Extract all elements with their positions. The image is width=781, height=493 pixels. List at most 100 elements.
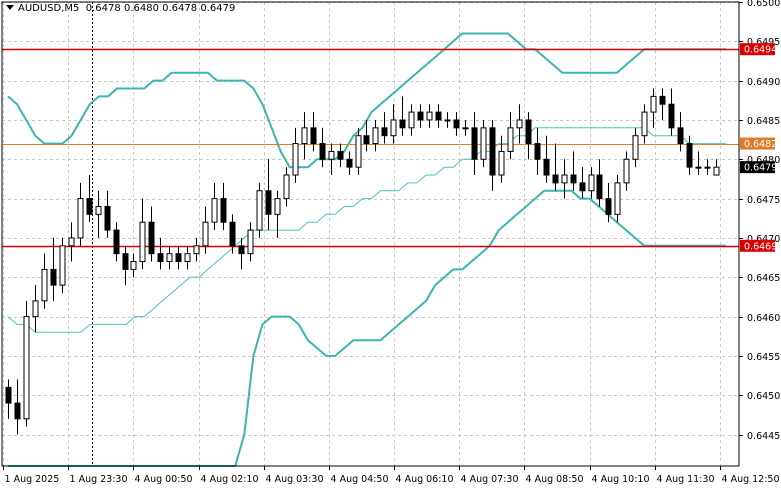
candle-body [713, 166, 720, 176]
candle-body [139, 221, 146, 263]
x-tick-label: 4 Aug 08:50 [526, 474, 584, 485]
candle-body [650, 95, 657, 113]
ohlc-close: 0.6479 [200, 3, 236, 14]
candle-body [274, 198, 281, 215]
x-tick-label: 4 Aug 02:10 [201, 474, 259, 485]
candle-body [641, 111, 648, 137]
x-tick-label: 4 Aug 12:50 [722, 474, 780, 485]
candle-body [32, 300, 39, 318]
candle-body [41, 268, 48, 302]
y-tick-label: 0.6485 [747, 116, 780, 127]
y-tick-label: 0.6450 [747, 391, 780, 402]
symbol-timeframe: AUDUSD,M5 [18, 3, 80, 14]
candle-body [426, 111, 433, 121]
price-tag-0.6482: 0.6482 [740, 137, 777, 150]
x-tick-label: 4 Aug 10:10 [592, 474, 650, 485]
y-tick-label: 0.6490 [747, 77, 780, 88]
candle-body [328, 150, 335, 160]
candle-body [399, 119, 406, 129]
candle-body [283, 174, 290, 200]
y-tick-label: 0.6455 [747, 352, 780, 363]
candle-body [193, 245, 200, 255]
candle-body [489, 127, 496, 176]
price-chart[interactable]: 0.6500 0.6495 0.6490 0.6485 0.6480 0.6475 0.64… [0, 0, 781, 489]
x-tick-label: 4 Aug 11:30 [657, 474, 715, 485]
current-price-tag-text: 0.6479 [744, 163, 777, 174]
candle-body [462, 127, 469, 130]
candle-body [247, 229, 254, 255]
candle-body [104, 205, 111, 231]
candle-body [605, 198, 612, 215]
candle-body [77, 198, 84, 239]
candle-body [184, 253, 191, 263]
candle-body [86, 198, 93, 215]
candle-body [570, 174, 577, 184]
y-tick-label: 0.6475 [747, 195, 780, 206]
candle-body [686, 143, 693, 168]
candle-body [5, 386, 12, 404]
candle-body [677, 127, 684, 145]
candle-body [14, 402, 21, 420]
candle-body [372, 127, 379, 145]
y-tick-label: 0.6445 [747, 431, 780, 442]
candle-body [363, 135, 370, 145]
candle-body [229, 221, 236, 247]
y-tick-label: 0.6500 [747, 0, 780, 9]
price-tag-0.6469-text: 0.6469 [744, 241, 777, 252]
candle-body [498, 150, 505, 176]
x-tick-label: 1 Aug 23:30 [70, 474, 128, 485]
candle-body [534, 143, 541, 160]
candle-body [337, 150, 344, 160]
candle-body [23, 316, 30, 420]
candle-body [50, 268, 57, 286]
candle-body [220, 198, 227, 223]
candle-body [148, 221, 155, 255]
candle-body [319, 143, 326, 160]
ohlc-high: 0.6480 [123, 3, 159, 14]
candle-body [157, 253, 164, 263]
candle-body [238, 245, 245, 255]
candle-body [632, 135, 639, 160]
candle-body [435, 111, 442, 121]
x-tick-label: 4 Aug 06:10 [396, 474, 454, 485]
candle-body [588, 174, 595, 192]
candle-body [525, 119, 532, 145]
candle-body [561, 174, 568, 184]
candle-body [122, 253, 129, 270]
candle-body [417, 111, 424, 121]
candle-body [265, 190, 272, 215]
candle-body [444, 119, 451, 122]
candle-body [471, 127, 478, 160]
candle-body [355, 135, 362, 168]
candle-body [166, 253, 173, 263]
candle-body [543, 158, 550, 176]
y-tick-label: 0.6465 [747, 273, 780, 284]
candle-body [453, 119, 460, 129]
candle-body [390, 119, 397, 137]
candle-body [202, 221, 209, 247]
price-tag-0.6494: 0.6494 [740, 43, 777, 56]
candle-body [596, 174, 603, 200]
candle-body [695, 166, 702, 169]
dropdown-triangle-icon[interactable] [6, 5, 14, 10]
candle-body [579, 182, 586, 192]
candle-body [614, 182, 621, 215]
candle-body [130, 261, 137, 270]
x-tick-label: 4 Aug 04:50 [331, 474, 389, 485]
candle-body [704, 166, 711, 169]
candle-body [256, 190, 263, 231]
candle-body [68, 237, 75, 247]
price-tag-0.6482-text: 0.6482 [744, 139, 777, 150]
candle-body [381, 127, 388, 137]
x-tick-label: 4 Aug 00:50 [135, 474, 193, 485]
chart-title: AUDUSD,M5 0.6478 0.6480 0.6478 0.6479 [6, 3, 235, 14]
candle-body [480, 127, 487, 160]
candle-body [408, 111, 415, 129]
price-tag-0.6494-text: 0.6494 [744, 45, 777, 56]
candle-body [659, 95, 666, 105]
price-tag-0.6469: 0.6469 [740, 239, 777, 252]
candle-body [310, 127, 317, 145]
current-price-tag: 0.6479 [740, 161, 777, 174]
chart-canvas[interactable]: 0.65000.64950.64900.64850.64800.64750.64… [0, 0, 781, 489]
x-tick-label: 1 Aug 2025 [5, 474, 60, 485]
